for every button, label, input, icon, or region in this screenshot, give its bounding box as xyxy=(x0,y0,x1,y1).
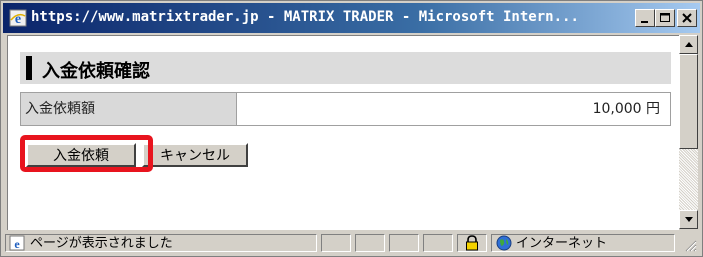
deposit-amount-value: 10,000 円 xyxy=(592,101,660,117)
status-bar: e ページが表示されました インターネット xyxy=(3,232,700,254)
panel-header: 入金依頼確認 xyxy=(20,52,671,84)
status-text: ページが表示されました xyxy=(30,236,173,251)
deposit-amount-label: 入金依頼額 xyxy=(21,93,237,125)
scroll-thumb[interactable] xyxy=(679,54,698,149)
zone-cell: インターネット xyxy=(491,234,675,252)
window-title: https://www.matrixtrader.jp - MATRIX TRA… xyxy=(31,9,579,25)
ie-icon: e xyxy=(9,9,27,27)
browser-window: e https://www.matrixtrader.jp - MATRIX T… xyxy=(0,0,703,257)
ie-page-icon: e xyxy=(9,235,25,255)
status-cell xyxy=(355,234,385,252)
cancel-button[interactable]: キャンセル xyxy=(142,143,248,167)
lock-icon xyxy=(464,235,480,255)
deposit-request-button[interactable]: 入金依頼 xyxy=(26,143,136,167)
globe-icon xyxy=(496,235,512,255)
status-message-cell: e ページが表示されました xyxy=(5,234,317,252)
header-accent-bar xyxy=(26,56,32,80)
status-cell xyxy=(321,234,351,252)
scroll-down-button[interactable] xyxy=(679,210,698,229)
page-content: 入金依頼確認 入金依頼額 10,000 円 入金依頼 キャンセル xyxy=(7,35,679,230)
title-bar[interactable]: e https://www.matrixtrader.jp - MATRIX T… xyxy=(3,3,700,33)
status-cell xyxy=(423,234,453,252)
resize-grip[interactable] xyxy=(681,236,697,252)
security-cell[interactable] xyxy=(457,234,487,252)
scroll-up-button[interactable] xyxy=(679,35,698,54)
page-title: 入金依頼確認 xyxy=(42,61,150,82)
maximize-button[interactable] xyxy=(655,9,675,27)
deposit-amount-row: 入金依頼額 10,000 円 xyxy=(20,92,671,126)
scroll-track[interactable] xyxy=(679,149,698,210)
status-cell xyxy=(389,234,419,252)
svg-text:e: e xyxy=(14,237,20,251)
vertical-scrollbar[interactable] xyxy=(679,35,698,229)
minimize-button[interactable] xyxy=(635,9,655,27)
close-button[interactable] xyxy=(677,9,697,27)
zone-text: インターネット xyxy=(516,236,608,251)
